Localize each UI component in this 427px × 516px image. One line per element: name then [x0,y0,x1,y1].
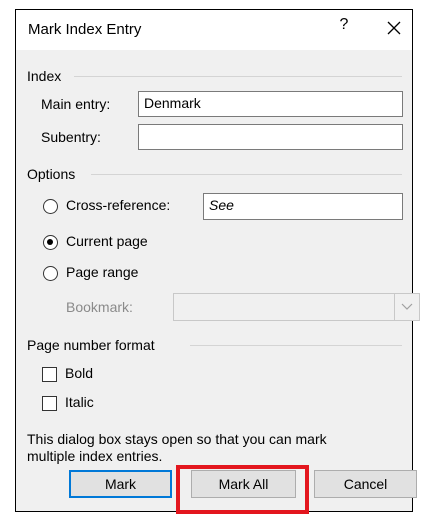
info-text-line-1: This dialog box stays open so that you c… [27,431,327,447]
index-group-label: Index [27,68,62,84]
cross-reference-input[interactable]: See [203,193,403,220]
bookmark-label: Bookmark: [66,299,133,315]
options-group-label: Options [27,166,76,182]
page-number-format-label: Page number format [27,337,155,353]
page-number-format-divider [190,345,402,346]
main-entry-label: Main entry: [41,96,111,112]
info-text-line-2: multiple index entries. [27,448,163,464]
bookmark-select[interactable] [173,293,420,321]
dialog-title: Mark Index Entry [28,21,142,38]
help-button[interactable]: ? [334,16,354,40]
bold-label[interactable]: Bold [65,365,93,381]
subentry-input[interactable] [138,124,403,150]
page-range-label[interactable]: Page range [66,264,138,280]
cross-reference-radio[interactable] [43,199,58,214]
mark-index-entry-dialog: Mark Index Entry ? Index Main entry: Den… [15,9,420,512]
mark-all-highlight [176,465,309,514]
options-group-divider [91,174,402,175]
info-text: This dialog box stays open so that you c… [27,431,402,465]
italic-label[interactable]: Italic [65,394,94,410]
chevron-down-icon[interactable] [394,294,419,320]
italic-checkbox[interactable] [42,396,57,411]
subentry-label: Subentry: [41,129,101,145]
cancel-button[interactable]: Cancel [314,470,417,498]
current-page-label[interactable]: Current page [66,233,148,249]
index-group-divider [74,76,402,77]
radio-selected-dot [47,239,53,245]
cross-reference-label[interactable]: Cross-reference: [66,197,170,213]
bold-checkbox[interactable] [42,367,57,382]
close-icon[interactable] [382,16,406,40]
page-range-radio[interactable] [43,266,58,281]
current-page-radio[interactable] [43,235,58,250]
mark-button[interactable]: Mark [69,470,172,498]
main-entry-input[interactable]: Denmark [138,91,403,117]
title-bar: Mark Index Entry ? [16,10,412,50]
